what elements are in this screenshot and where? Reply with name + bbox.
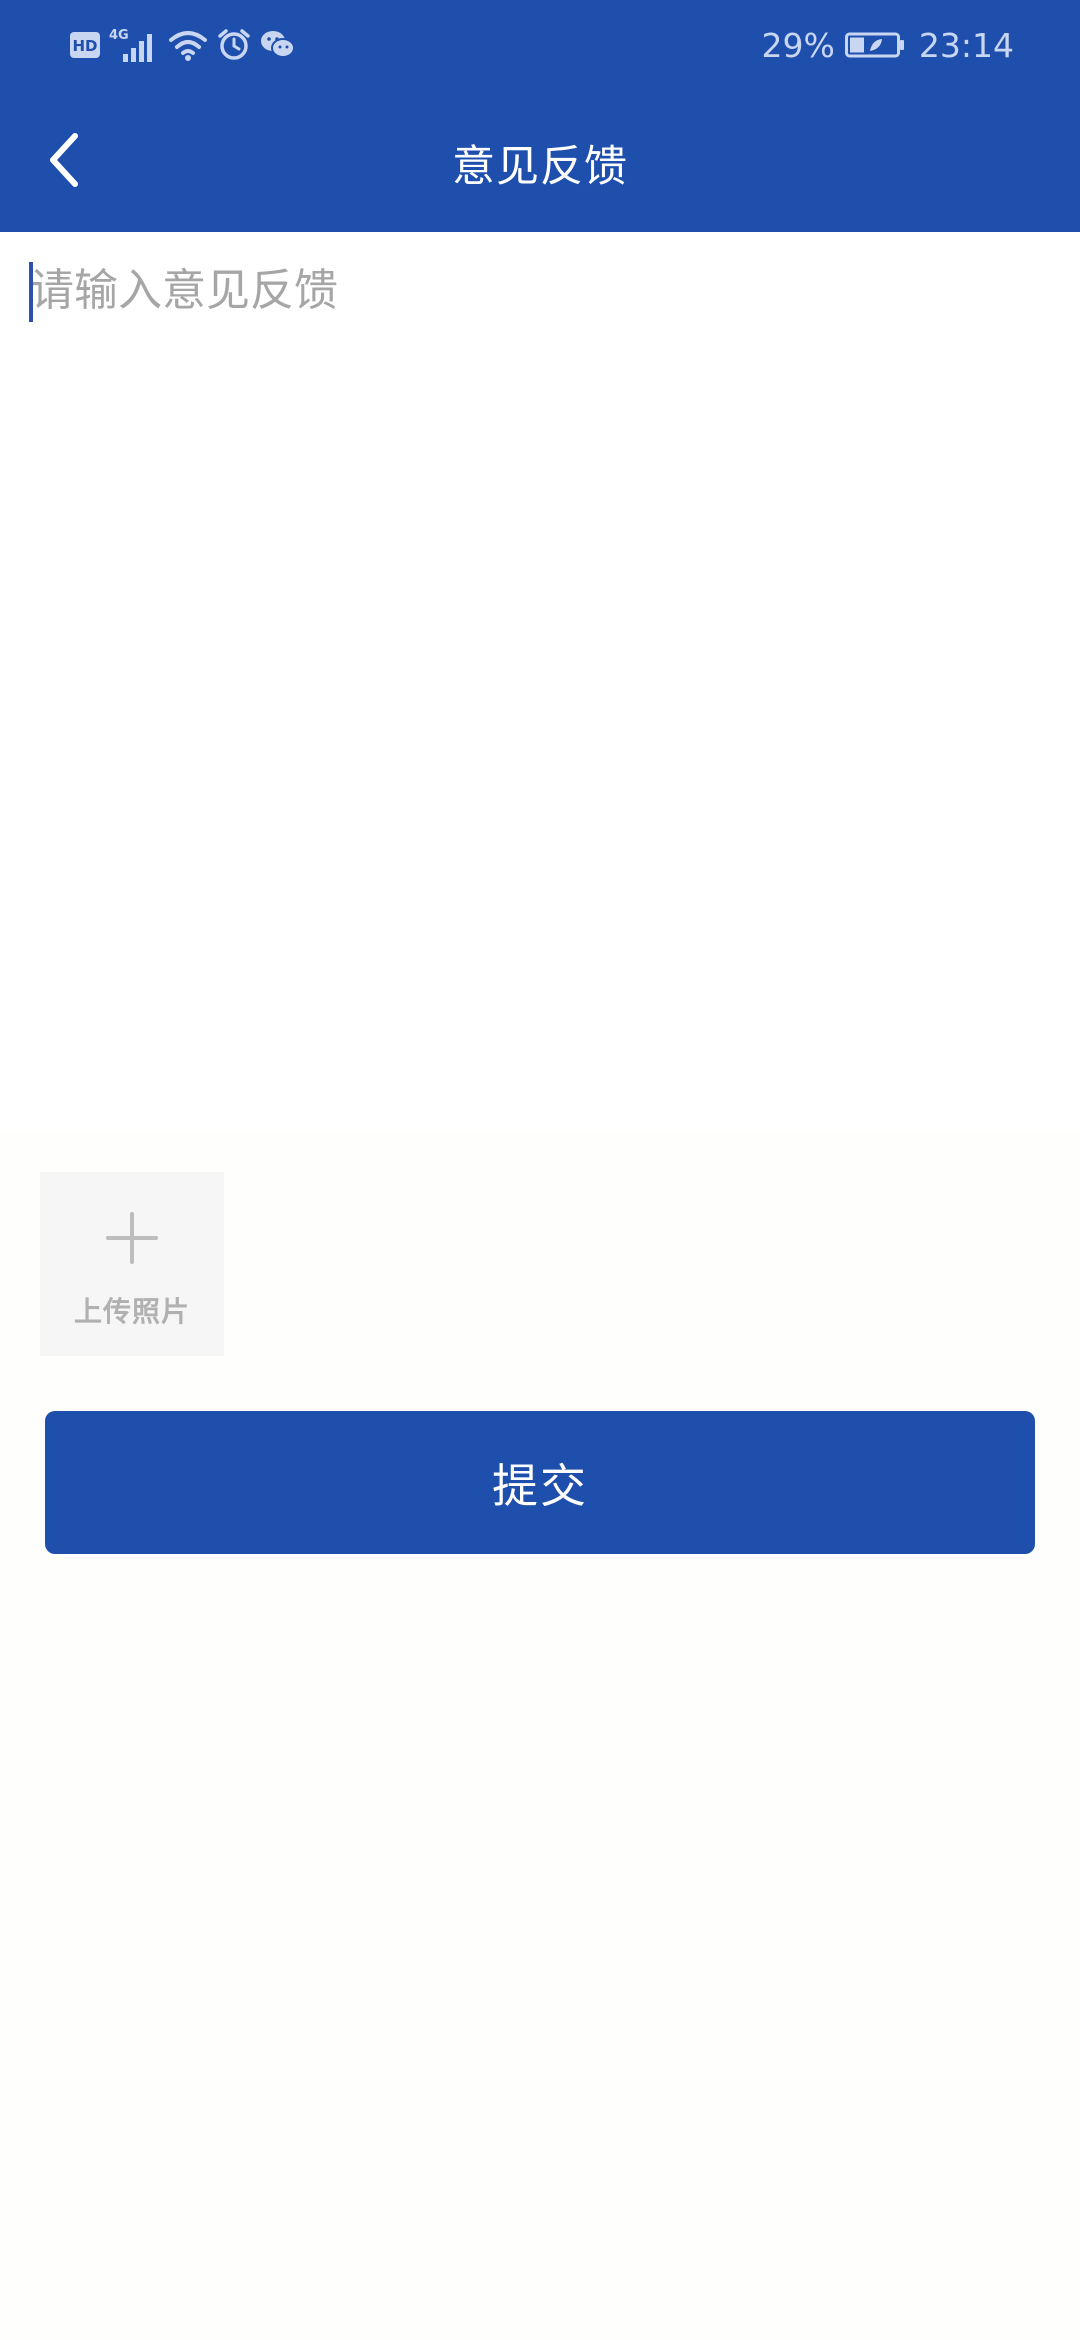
- app-header: HD 4G 29% 23:14 意见反馈: [0, 0, 1080, 232]
- wechat-icon: [261, 31, 295, 58]
- network-label: 4G: [109, 28, 129, 43]
- wifi-icon: [169, 31, 207, 61]
- hd-label: HD: [72, 37, 97, 55]
- battery-icon: [844, 32, 904, 58]
- feedback-area: [0, 232, 1080, 1132]
- upload-photo-label: 上传照片: [73, 1295, 190, 1328]
- 4g-signal-icon: 4G: [109, 28, 152, 62]
- status-bar: HD 4G 29% 23:14: [0, 0, 1080, 90]
- status-icons-right: 29% 23:14: [762, 22, 1014, 68]
- feedback-input[interactable]: [30, 262, 1050, 1082]
- plus-icon: [106, 1212, 158, 1264]
- navigation-bar: 意见反馈: [0, 100, 1080, 220]
- clock-time: 23:14: [918, 25, 1014, 65]
- hd-icon: HD: [70, 32, 100, 58]
- status-icons-left: HD 4G: [70, 24, 305, 66]
- text-cursor: [29, 262, 33, 322]
- alarm-icon: [218, 29, 250, 60]
- battery-percentage: 29%: [761, 25, 835, 65]
- upload-photo-button[interactable]: 上传照片: [40, 1172, 224, 1356]
- page-title: 意见反馈: [452, 142, 628, 192]
- submit-button[interactable]: 提交: [45, 1411, 1035, 1554]
